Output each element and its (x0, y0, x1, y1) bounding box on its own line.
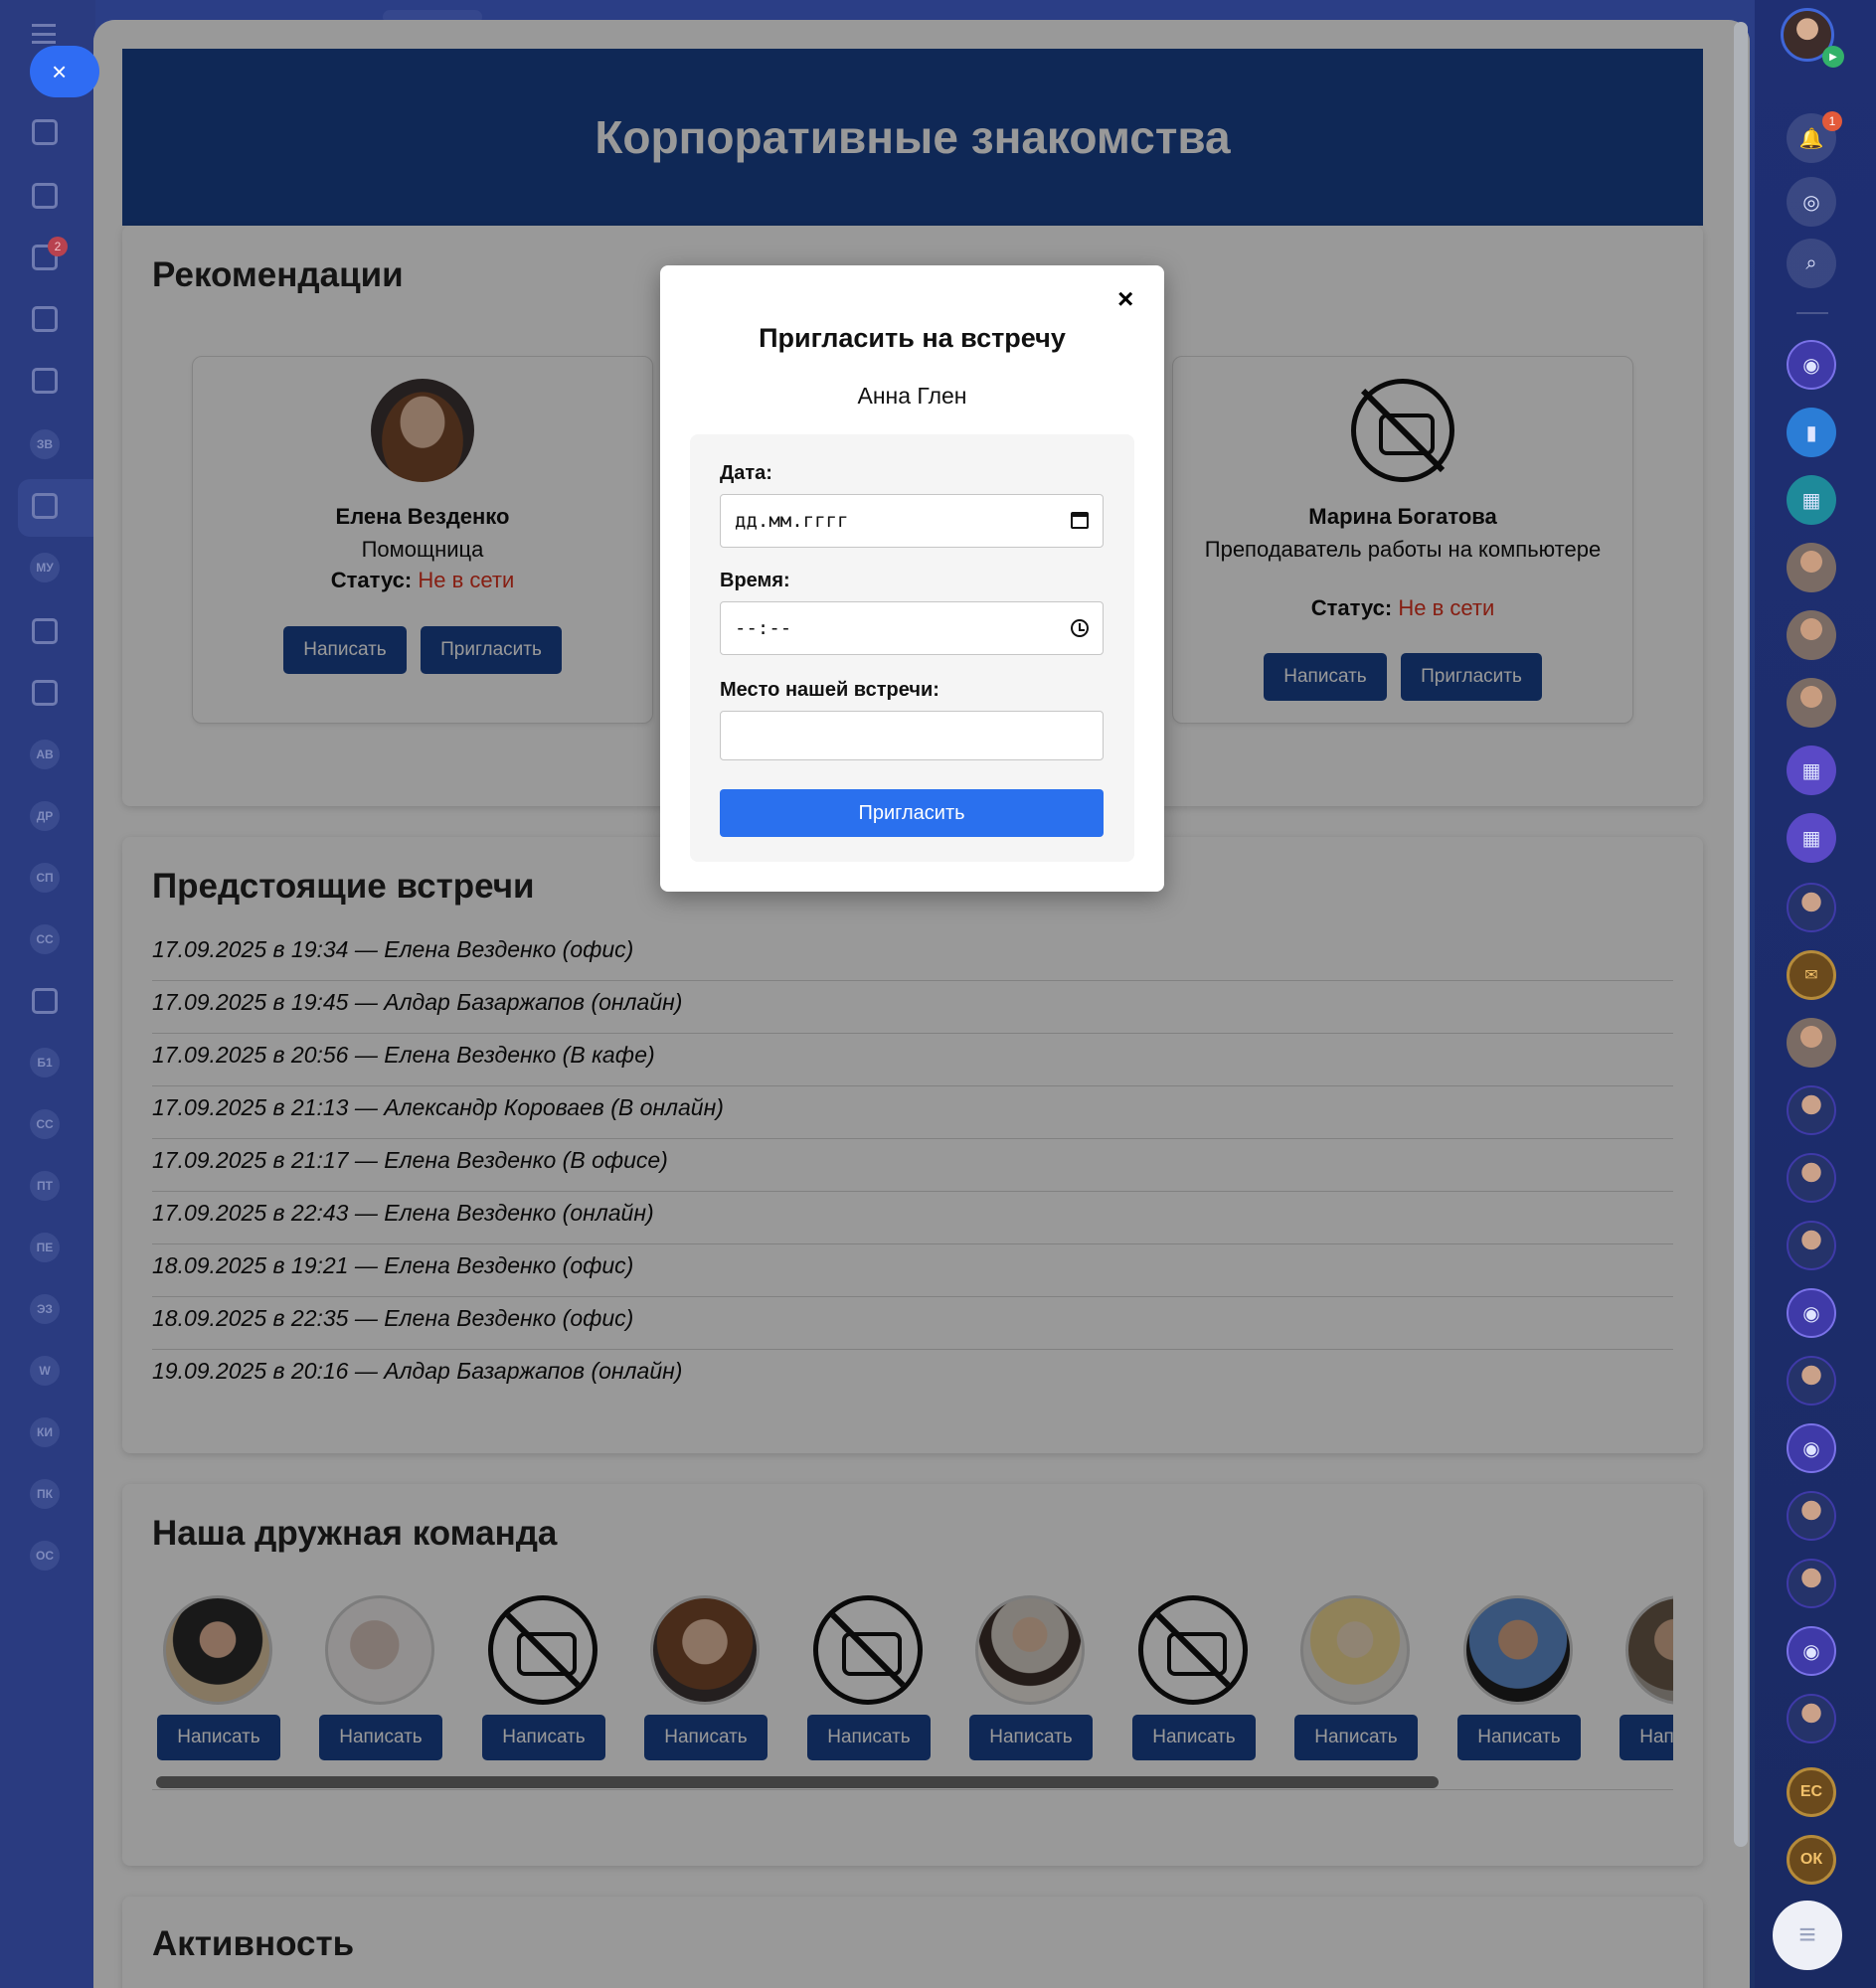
sidebar-initials[interactable]: МУ (30, 553, 60, 582)
modal-title: Пригласить на встречу (759, 323, 1066, 353)
date-input[interactable]: дд.мм.гггг (720, 494, 1104, 548)
contact-avatar[interactable] (1787, 1221, 1836, 1270)
panel-scrollbar[interactable] (1734, 22, 1748, 1847)
date-placeholder: дд.мм.гггг (735, 510, 849, 532)
task-icon[interactable] (32, 183, 58, 209)
cart-icon[interactable] (32, 493, 58, 519)
sidebar-initials[interactable]: W (30, 1356, 60, 1386)
box-icon[interactable] (32, 618, 58, 644)
menu-icon[interactable] (32, 24, 56, 44)
close-slider-button[interactable]: × (30, 46, 99, 97)
chat-icon[interactable] (32, 306, 58, 332)
mail-channel-icon[interactable]: ✉ (1787, 950, 1836, 1000)
calendar-icon[interactable]: ▦ (1787, 475, 1836, 525)
invite-modal: × Пригласить на встречу Анна Глен Дата: … (660, 265, 1164, 892)
contact-avatar[interactable] (1787, 1085, 1836, 1135)
invite-submit-button[interactable]: Пригласить (720, 789, 1104, 837)
contact-avatar[interactable] (1787, 1559, 1836, 1608)
place-label: Место нашей встречи: (720, 679, 939, 701)
code-icon[interactable] (32, 988, 58, 1014)
sidebar-initials[interactable]: ЭЗ (30, 1294, 60, 1324)
time-input[interactable]: --:-- (720, 601, 1104, 655)
contact-avatar[interactable] (1787, 1356, 1836, 1406)
list-menu-icon[interactable]: ≡ (1773, 1901, 1842, 1970)
right-rail: ▶ 🔔 1 ◎ ⌕ ◉ ▮ ▦ ▦ ▦ ✉ ◉ ◉ ◉ ЕС ОК ≡ (1755, 0, 1876, 1988)
contact-avatar[interactable] (1787, 1491, 1836, 1541)
contact-avatar[interactable] (1787, 1694, 1836, 1743)
copilot-icon[interactable]: ◉ (1787, 1423, 1836, 1473)
contact-avatar[interactable] (1787, 678, 1836, 728)
invite-form: Дата: дд.мм.гггг Время: --:-- Место наше… (690, 434, 1134, 862)
calendar-icon[interactable] (1071, 512, 1089, 529)
background-sidebar: 2 ЗВ МУ АВ ДР СП СС Б1 СС ПТ ПЕ ЭЗ W КИ … (0, 0, 95, 1988)
copilot-icon[interactable]: ◉ (1787, 340, 1836, 390)
search-chat-icon[interactable]: ⌕ (1787, 239, 1836, 288)
sidebar-initials[interactable]: ПЕ (30, 1233, 60, 1262)
mail-badge: 2 (48, 237, 68, 256)
close-icon[interactable]: × (1117, 283, 1133, 315)
close-icon: × (52, 57, 68, 86)
sidebar-initials[interactable]: ОС (30, 1541, 60, 1571)
contact-avatar[interactable] (1787, 543, 1836, 592)
time-placeholder: --:-- (735, 617, 792, 639)
contact-avatar[interactable] (1787, 1153, 1836, 1203)
sidebar-initials[interactable]: КИ (30, 1417, 60, 1447)
rail-divider (1796, 312, 1828, 314)
time-label: Время: (720, 570, 790, 591)
contact-avatar[interactable] (1787, 1018, 1836, 1068)
contact-avatar[interactable] (1787, 610, 1836, 660)
sidebar-initials[interactable]: АВ (30, 740, 60, 769)
place-input[interactable] (720, 711, 1104, 760)
target-icon[interactable]: ◎ (1787, 177, 1836, 227)
stripes-icon[interactable] (32, 680, 58, 706)
sidebar-initials[interactable]: ДР (30, 801, 60, 831)
copilot-icon[interactable]: ◉ (1787, 1288, 1836, 1338)
contact-initials[interactable]: ОК (1787, 1835, 1836, 1885)
clock-icon[interactable] (1071, 619, 1089, 637)
play-icon: ▶ (1822, 46, 1844, 68)
sidebar-initials[interactable]: ПТ (30, 1171, 60, 1201)
sidebar-initials[interactable]: ПК (30, 1479, 60, 1509)
contact-initials[interactable]: ЕС (1787, 1767, 1836, 1817)
document-icon[interactable] (32, 368, 58, 394)
contact-avatar[interactable] (1787, 883, 1836, 932)
sidebar-initials[interactable]: ЗВ (30, 429, 60, 459)
sidebar-initials[interactable]: СС (30, 1109, 60, 1139)
calendar-icon[interactable]: ▦ (1787, 746, 1836, 795)
calendar-icon[interactable]: ▦ (1787, 813, 1836, 863)
notification-badge: 1 (1822, 111, 1842, 131)
bookmark-icon[interactable]: ▮ (1787, 408, 1836, 457)
invitee-name: Анна Глен (857, 383, 967, 409)
copilot-icon[interactable]: ◉ (1787, 1626, 1836, 1676)
sidebar-initials[interactable]: СП (30, 863, 60, 893)
date-label: Дата: (720, 462, 772, 484)
sidebar-initials[interactable]: Б1 (30, 1048, 60, 1077)
sidebar-initials[interactable]: СС (30, 924, 60, 954)
filter-icon[interactable] (32, 119, 58, 145)
